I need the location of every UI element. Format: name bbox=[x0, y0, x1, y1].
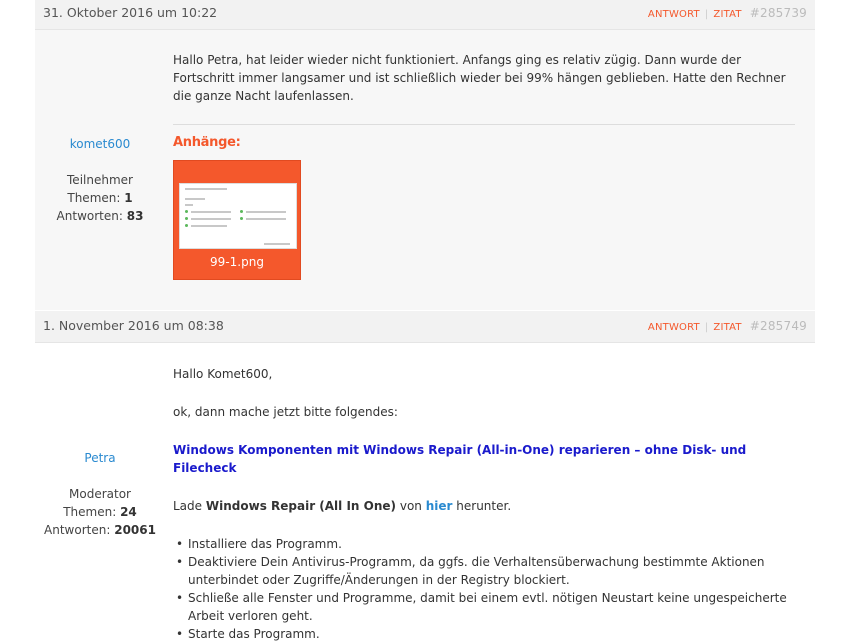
list-item: Installiere das Programm. bbox=[173, 535, 795, 553]
list-item: Starte das Programm. bbox=[173, 625, 795, 643]
quote-button[interactable]: ZITAT bbox=[713, 322, 741, 333]
attachments-divider bbox=[173, 124, 795, 125]
attachments-label: Anhänge: bbox=[173, 135, 241, 150]
author-topics: Themen: 1 bbox=[67, 191, 133, 205]
product-name: Windows Repair (All In One) bbox=[205, 499, 397, 513]
reply-date: 1. November 2016 um 08:38 bbox=[43, 318, 224, 333]
permalink[interactable]: #285749 bbox=[750, 319, 807, 333]
reply-285749: 1. November 2016 um 08:38 ANTWORT | ZITAT #… bbox=[35, 311, 815, 643]
reply-header: 31. Oktober 2016 um 10:22 ANTWORT | ZITAT #… bbox=[35, 0, 815, 30]
author-info: Petra Moderator Themen: 24 Antworten: 20… bbox=[35, 449, 165, 539]
reply-actions: ANTWORT | ZITAT #285749 bbox=[648, 311, 807, 343]
author-name[interactable]: Petra bbox=[35, 449, 165, 467]
steps-list: Installiere das Programm. Deaktiviere De… bbox=[173, 535, 795, 643]
permalink[interactable]: #285739 bbox=[750, 6, 807, 20]
reply-button[interactable]: ANTWORT bbox=[648, 322, 700, 333]
reply-date: 31. Oktober 2016 um 10:22 bbox=[43, 5, 218, 20]
reply-actions: ANTWORT | ZITAT #285739 bbox=[648, 0, 807, 30]
greeting: Hallo Komet600, bbox=[173, 367, 273, 381]
author-topics: Themen: 24 bbox=[63, 505, 137, 519]
attachment-thumbnail[interactable]: 99-1.png bbox=[173, 160, 301, 280]
quote-button[interactable]: ZITAT bbox=[713, 9, 741, 20]
author-replies: Antworten: 20061 bbox=[44, 523, 156, 537]
author-role: Moderator bbox=[69, 487, 131, 501]
separator: | bbox=[704, 322, 709, 333]
reply-285739: 31. Oktober 2016 um 10:22 ANTWORT | ZITAT #… bbox=[35, 0, 815, 310]
intro-text: ok, dann mache jetzt bitte folgendes: bbox=[173, 405, 398, 419]
list-item: Schließe alle Fenster und Programme, dam… bbox=[173, 589, 795, 625]
author-info: komet600 Teilnehmer Themen: 1 Antworten:… bbox=[35, 135, 165, 225]
reply-text: Hallo Petra, hat leider wieder nicht fun… bbox=[173, 53, 786, 103]
attachment-preview-image bbox=[179, 183, 297, 249]
list-item: Deaktiviere Dein Antivirus-Programm, da … bbox=[173, 553, 795, 589]
separator: | bbox=[704, 9, 709, 20]
attachment-filename: 99-1.png bbox=[210, 255, 264, 269]
reply-header: 1. November 2016 um 08:38 ANTWORT | ZITAT #… bbox=[35, 311, 815, 343]
download-instruction: Lade Windows Repair (All In One) von hie… bbox=[173, 499, 512, 513]
author-replies: Antworten: 83 bbox=[56, 209, 144, 223]
author-name[interactable]: komet600 bbox=[35, 135, 165, 153]
reply-button[interactable]: ANTWORT bbox=[648, 9, 700, 20]
author-role: Teilnehmer bbox=[67, 173, 133, 187]
reply-body: Hallo Komet600, ok, dann mache jetzt bit… bbox=[173, 365, 795, 643]
download-link[interactable]: hier bbox=[426, 499, 453, 513]
guide-link[interactable]: Windows Komponenten mit Windows Repair (… bbox=[173, 443, 746, 475]
